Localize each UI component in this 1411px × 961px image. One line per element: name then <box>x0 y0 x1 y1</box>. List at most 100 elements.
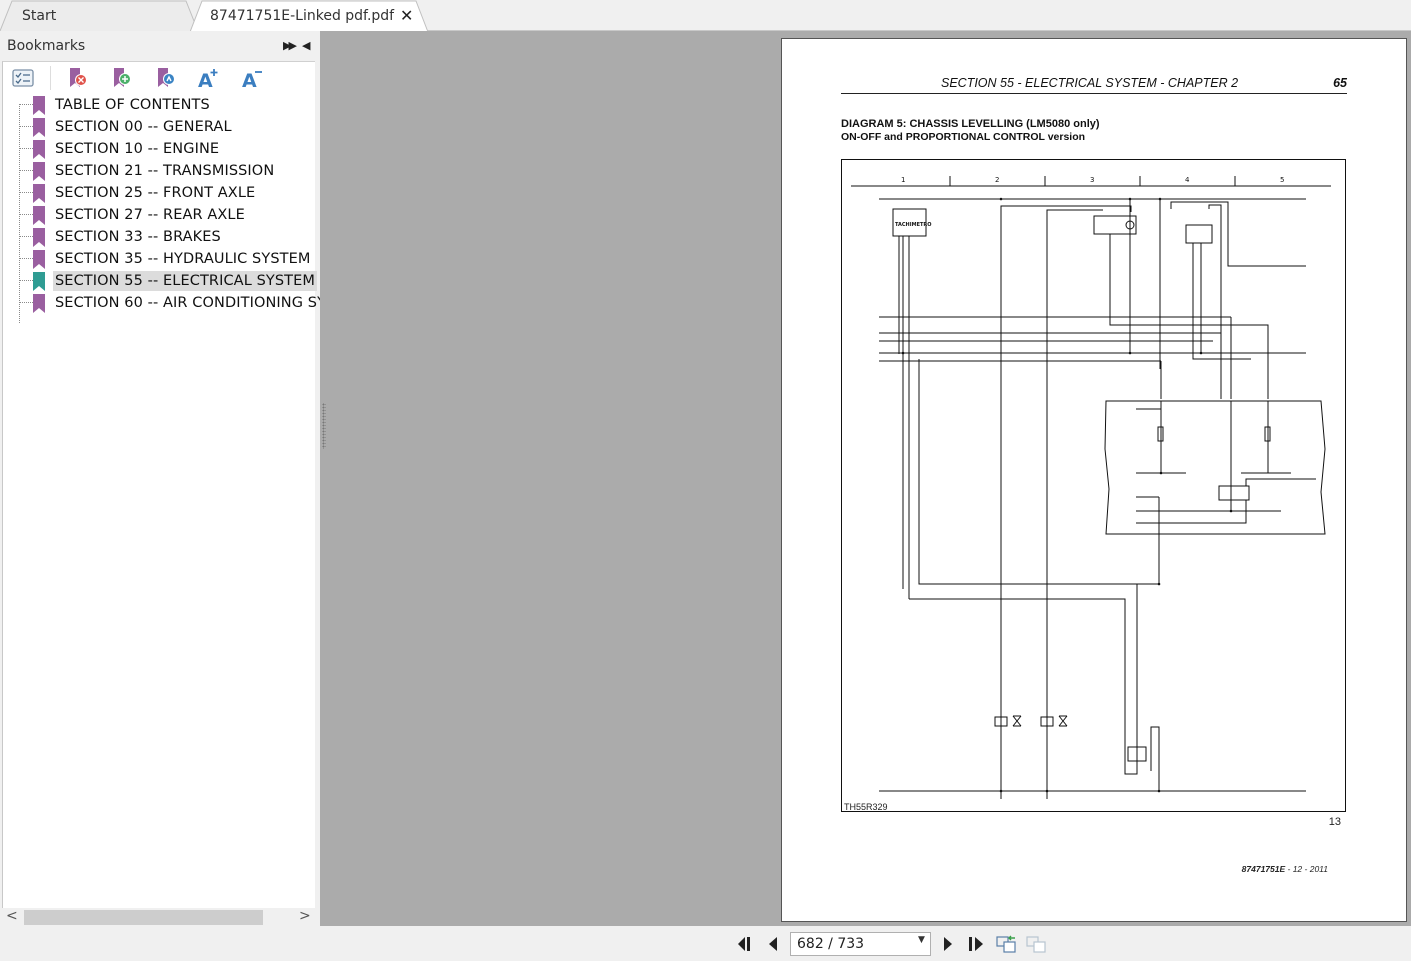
expand-bookmarks-button[interactable] <box>10 65 36 91</box>
tree-connector <box>19 104 33 105</box>
delete-bookmark-button[interactable] <box>65 65 91 91</box>
control-unit-outline <box>1104 400 1326 535</box>
increase-font-button[interactable]: A <box>196 65 222 92</box>
expand-bookmarks-icon <box>12 69 34 87</box>
bookmark-label: SECTION 35 -- HYDRAULIC SYSTEM <box>55 251 311 267</box>
tree-connector <box>19 302 33 303</box>
tab-label: 87471751E-Linked pdf.pdf <box>210 8 395 24</box>
goto-bookmark-icon <box>158 68 175 87</box>
bookmarks-panel: Bookmarks ▶▶ ◀ A A TABLE OF CONTENTS SEC… <box>0 31 326 938</box>
page-number-value: 682 / 733 <box>797 936 865 952</box>
figure-id: TH55R329 <box>844 802 888 812</box>
bookmark-label: SECTION 25 -- FRONT AXLE <box>55 185 256 201</box>
tachimetro-label: TACHIMETRO <box>895 222 932 228</box>
bookmark-item[interactable]: SECTION 10 -- ENGINE <box>3 138 316 160</box>
bookmark-item[interactable]: SECTION 35 -- HYDRAULIC SYSTEM <box>3 248 316 270</box>
delete-bookmark-icon <box>70 68 87 87</box>
next-page-button[interactable] <box>938 934 958 954</box>
bookmark-label: SECTION 27 -- REAR AXLE <box>55 207 245 223</box>
bookmark-icon <box>33 206 45 225</box>
tab-start[interactable]: Start <box>0 0 200 31</box>
previous-view-icon <box>996 935 1016 953</box>
toolbar-divider <box>50 66 51 90</box>
bookmarks-content: A A TABLE OF CONTENTS SECTION 00 -- GENE… <box>2 61 326 938</box>
bookmark-icon <box>33 140 45 159</box>
add-bookmark-button[interactable] <box>109 65 135 91</box>
next-page-icon <box>944 937 952 951</box>
bookmark-icon <box>33 162 45 181</box>
last-page-button[interactable] <box>966 934 986 954</box>
decrease-font-icon: A <box>242 70 262 92</box>
bookmark-label: SECTION 55 -- ELECTRICAL SYSTEM <box>53 271 317 291</box>
bookmark-icon <box>33 294 45 313</box>
figure-number: 13 <box>1328 816 1341 828</box>
pdf-page: SECTION 55 - ELECTRICAL SYSTEM - CHAPTER… <box>781 38 1407 922</box>
horizontal-scrollbar[interactable]: < > <box>2 908 315 926</box>
page-dropdown-icon[interactable]: ▼ <box>918 935 925 945</box>
s11-switch-box <box>1185 224 1213 244</box>
last-page-icon <box>969 937 983 951</box>
increase-font-icon: A <box>198 69 218 92</box>
e10-relay-box <box>1218 485 1250 501</box>
bookmark-item[interactable]: TABLE OF CONTENTS <box>3 94 316 116</box>
tab-document[interactable]: 87471751E-Linked pdf.pdf ✕ <box>190 0 430 32</box>
bookmark-item[interactable]: SECTION 33 -- BRAKES <box>3 226 316 248</box>
diagram-frame <box>841 159 1346 812</box>
tree-connector <box>19 170 33 171</box>
page-header-number: 65 <box>1333 76 1347 90</box>
bookmark-item[interactable]: SECTION 27 -- REAR AXLE <box>3 204 316 226</box>
bookmark-item-selected[interactable]: SECTION 55 -- ELECTRICAL SYSTEM <box>3 270 317 292</box>
svg-text:A: A <box>242 70 257 91</box>
decrease-font-button[interactable]: A <box>240 65 266 92</box>
collapse-panel-icon[interactable]: ◀ <box>302 39 310 52</box>
footer-code: 87471751E <box>1241 864 1286 874</box>
first-page-button[interactable] <box>735 934 755 954</box>
page-header: SECTION 55 - ELECTRICAL SYSTEM - CHAPTER… <box>841 76 1347 94</box>
wiring-diagram: 1 2 3 4 5 TACHIMETRO <box>841 159 1346 812</box>
page-navigation-bar: 682 / 733 ▼ <box>0 926 1411 961</box>
page-footer: 87471751E - 12 - 2011 <box>1242 864 1328 874</box>
svg-text:4: 4 <box>1185 176 1190 184</box>
scrollbar-thumb[interactable] <box>24 910 263 925</box>
expand-panel-icon[interactable]: ▶▶ <box>283 39 297 52</box>
bookmark-label: SECTION 21 -- TRANSMISSION <box>55 163 275 179</box>
tree-connector <box>19 236 33 237</box>
bookmark-item[interactable]: SECTION 00 -- GENERAL <box>3 116 316 138</box>
bookmark-item[interactable]: SECTION 21 -- TRANSMISSION <box>3 160 316 182</box>
page-header-title: SECTION 55 - ELECTRICAL SYSTEM - CHAPTER… <box>941 76 1239 90</box>
bookmarks-toolbar: A A <box>3 62 316 94</box>
previous-view-button[interactable] <box>996 934 1016 954</box>
scroll-right-icon[interactable]: > <box>299 908 311 924</box>
previous-page-button[interactable] <box>764 934 784 954</box>
splitter-grip[interactable] <box>322 403 326 449</box>
next-view-icon <box>1026 936 1046 953</box>
tree-connector <box>19 148 33 149</box>
bookmark-icon <box>33 96 45 115</box>
diagram-subtitle: ON-OFF and PROPORTIONAL CONTROL version <box>841 131 1086 143</box>
page-number-input[interactable]: 682 / 733 ▼ <box>790 932 931 956</box>
svg-text:3: 3 <box>1090 176 1094 184</box>
previous-page-icon <box>769 937 777 951</box>
bookmark-icon <box>33 184 45 203</box>
goto-bookmark-button[interactable] <box>153 65 179 91</box>
svg-text:2: 2 <box>995 176 999 184</box>
close-tab-icon[interactable]: ✕ <box>400 0 413 32</box>
tree-connector <box>19 258 33 259</box>
next-view-button[interactable] <box>1026 934 1046 954</box>
bookmark-icon <box>33 250 45 269</box>
bookmark-item[interactable]: SECTION 25 -- FRONT AXLE <box>3 182 316 204</box>
bookmark-label: TABLE OF CONTENTS <box>55 97 210 113</box>
first-page-icon <box>738 937 750 951</box>
scroll-left-icon[interactable]: < <box>6 908 18 924</box>
footer-date: - 12 - 2011 <box>1285 864 1328 874</box>
bookmark-label: SECTION 60 -- AIR CONDITIONING SY <box>55 295 327 311</box>
bookmark-label: SECTION 00 -- GENERAL <box>55 119 232 135</box>
bookmarks-title: Bookmarks <box>7 38 86 54</box>
tab-label: Start <box>22 8 57 24</box>
document-viewer[interactable]: SECTION 55 - ELECTRICAL SYSTEM - CHAPTER… <box>320 31 1411 926</box>
bookmark-icon <box>33 118 45 137</box>
bookmark-label: SECTION 33 -- BRAKES <box>55 229 221 245</box>
add-bookmark-icon <box>114 68 131 87</box>
tree-connector <box>19 214 33 215</box>
bookmark-item[interactable]: SECTION 60 -- AIR CONDITIONING SY <box>3 292 326 314</box>
